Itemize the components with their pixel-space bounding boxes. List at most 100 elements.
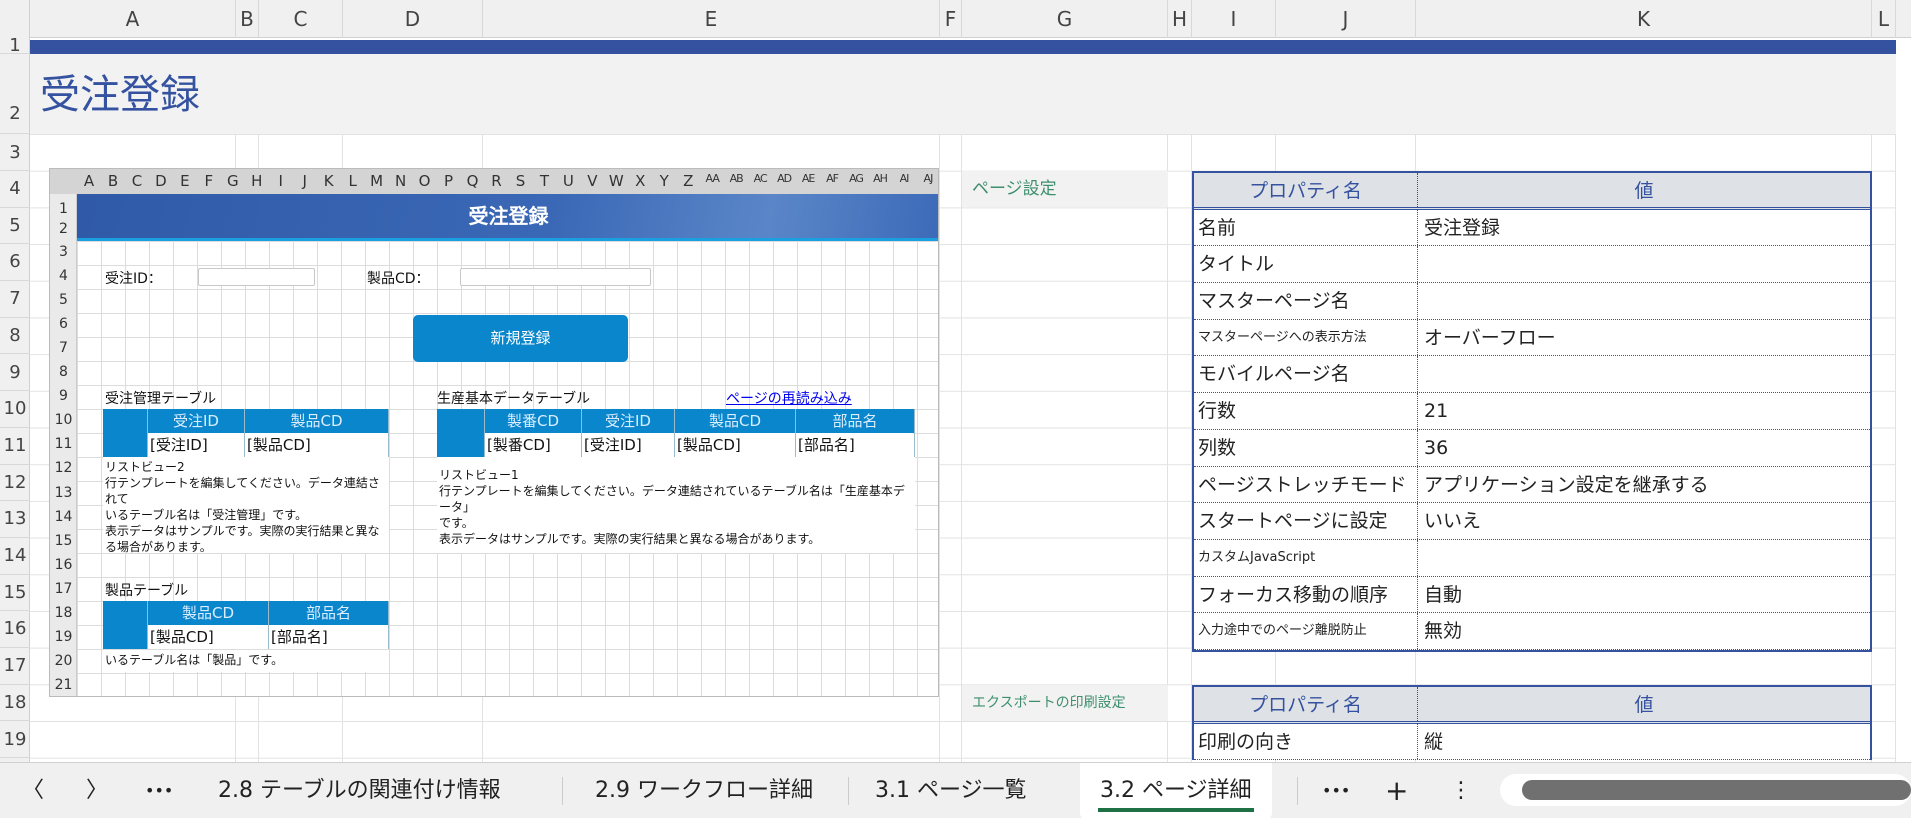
property-row[interactable]: モバイルページ名	[1194, 356, 1870, 394]
row-header-6[interactable]: 6	[0, 244, 30, 282]
preview-row-17: 17	[54, 580, 73, 597]
property-value[interactable]: 36	[1418, 430, 1870, 466]
tab-2-8[interactable]: 2.8 テーブルの関連付け情報	[218, 763, 501, 819]
row-header-1[interactable]: 1	[0, 37, 30, 55]
add-sheet-button[interactable]: +	[1385, 763, 1408, 819]
preview-column-R: R	[491, 172, 502, 190]
tab-3-2-active[interactable]: 3.2 ページ詳細	[1080, 763, 1272, 819]
more-sheets-left-button[interactable]: •••	[145, 763, 173, 819]
property-row[interactable]: 入力途中でのページ離脱防止 無効	[1194, 613, 1870, 650]
table1-row[interactable]: [受注ID] [製品CD]	[103, 433, 389, 457]
column-header-L[interactable]: L	[1872, 0, 1896, 38]
preview-column-AJ: AJ	[923, 172, 934, 185]
column-header-H[interactable]: H	[1168, 0, 1192, 38]
property-value[interactable]: 21	[1418, 393, 1870, 429]
property-row[interactable]: 印刷の向き縦	[1194, 723, 1870, 761]
next-sheet-button[interactable]: 〉	[86, 763, 108, 819]
table3-row[interactable]: [製品CD] [部品名]	[103, 625, 389, 649]
column-header-I[interactable]: I	[1192, 0, 1276, 38]
property-row[interactable]: 列数 36	[1194, 429, 1870, 467]
tab-3-1[interactable]: 3.1 ページ一覧	[875, 763, 1027, 819]
order-id-input[interactable]	[198, 268, 315, 286]
property-row[interactable]: タイトル	[1194, 246, 1870, 284]
column-header-B[interactable]: B	[236, 0, 259, 38]
row-header-7[interactable]: 7	[0, 281, 30, 318]
row-header-4[interactable]: 4	[0, 171, 30, 208]
select-all-corner[interactable]	[0, 0, 30, 38]
property-value[interactable]	[1418, 283, 1870, 319]
row-header-17[interactable]: 17	[0, 648, 30, 685]
property-value[interactable]: 縦	[1418, 724, 1870, 760]
new-register-button[interactable]: 新規登録	[413, 315, 628, 362]
column-header-J[interactable]: J	[1276, 0, 1416, 38]
options-menu-icon[interactable]: ⋮	[1450, 763, 1472, 819]
more-sheets-right-button[interactable]: •••	[1322, 763, 1350, 819]
row-header-16[interactable]: 16	[0, 611, 30, 649]
row-header-2[interactable]: 2	[0, 54, 30, 134]
row-header-3[interactable]: 3	[0, 134, 30, 171]
column-header-E[interactable]: E	[483, 0, 940, 38]
table2-cell: [製品CD]	[675, 433, 796, 457]
preview-column-AA: AA	[705, 172, 720, 185]
row-header-8[interactable]: 8	[0, 318, 30, 355]
page-title: 受注登録	[40, 72, 200, 118]
property-name: マスターページ名	[1194, 283, 1418, 319]
preview-column-K: K	[323, 172, 334, 190]
property-row[interactable]: マスターページへの表示方法 オーバーフロー	[1194, 319, 1870, 357]
column-header-A[interactable]: A	[30, 0, 236, 38]
row-header-18[interactable]: 18	[0, 685, 30, 722]
property-row[interactable]: フォーカス移動の順序 自動	[1194, 576, 1870, 614]
property-row[interactable]: スタートページに設定 いいえ	[1194, 503, 1870, 540]
page-preview-image[interactable]: A B C D E F G H I J K L M N O P Q R S T U V W X Y Z AA AB AC AD AE AF AG…	[49, 168, 939, 697]
property-value[interactable]: アプリケーション設定を継承する	[1418, 467, 1870, 503]
preview-row-18: 18	[54, 604, 73, 621]
property-row[interactable]: 名前 受注登録	[1194, 209, 1870, 247]
note-line: いるテーブル名は「受注管理」です。	[105, 508, 308, 522]
property-value[interactable]	[1418, 356, 1870, 392]
row-header-19[interactable]: 19	[0, 722, 30, 759]
row-header-9[interactable]: 9	[0, 355, 30, 392]
prev-sheet-button[interactable]: 〈	[22, 763, 44, 819]
property-name: カスタムJavaScript	[1194, 539, 1418, 576]
tab-2-9[interactable]: 2.9 ワークフロー詳細	[595, 763, 813, 819]
row-header-11[interactable]: 11	[0, 428, 30, 465]
property-row[interactable]: ページストレッチモード アプリケーション設定を継承する	[1194, 466, 1870, 504]
column-header-G[interactable]: G	[962, 0, 1168, 38]
property-value[interactable]: 受注登録	[1418, 210, 1870, 246]
product-cd-input[interactable]	[460, 268, 651, 286]
property-name: タイトル	[1194, 246, 1418, 283]
row-header-12[interactable]: 12	[0, 465, 30, 502]
property-value[interactable]: いいえ	[1418, 503, 1870, 539]
row-header-13[interactable]: 13	[0, 501, 30, 538]
horizontal-scrollbar-thumb[interactable]	[1522, 780, 1911, 800]
preview-column-P: P	[444, 172, 454, 190]
export-settings-section-label: エクスポートの印刷設定	[962, 685, 1168, 721]
property-row[interactable]: 行数 21	[1194, 393, 1870, 430]
preview-column-N: N	[394, 172, 407, 190]
property-row[interactable]: マスターページ名	[1194, 283, 1870, 320]
table2-row[interactable]: [製番CD] [受注ID] [製品CD] [部品名]	[437, 433, 915, 457]
row-header-15[interactable]: 15	[0, 575, 30, 612]
column-header-D[interactable]: D	[343, 0, 483, 38]
reload-page-link[interactable]: ページの再読み込み	[726, 388, 852, 408]
property-value[interactable]	[1418, 246, 1870, 282]
column-header-C[interactable]: C	[259, 0, 343, 38]
column-header-F[interactable]: F	[940, 0, 962, 38]
property-name: 列数	[1194, 429, 1418, 466]
property-value[interactable]	[1418, 540, 1870, 576]
row-header-10[interactable]: 10	[0, 391, 30, 428]
row-header-14[interactable]: 14	[0, 538, 30, 575]
header-band	[30, 40, 1896, 54]
property-name: スタートページに設定	[1194, 503, 1418, 539]
property-value[interactable]: 無効	[1418, 613, 1870, 649]
property-row[interactable]: カスタムJavaScript	[1194, 539, 1870, 577]
preview-column-J: J	[302, 172, 307, 190]
column-header-K[interactable]: K	[1416, 0, 1872, 38]
table2-header: 製番CD 受注ID 製品CD 部品名	[437, 409, 915, 433]
table3-cell: [部品名]	[269, 625, 389, 649]
property-value[interactable]: 自動	[1418, 577, 1870, 613]
preview-column-M: M	[370, 172, 384, 190]
property-value[interactable]: オーバーフロー	[1418, 320, 1870, 356]
table1-col: 受注ID	[148, 409, 245, 433]
row-header-5[interactable]: 5	[0, 208, 30, 245]
